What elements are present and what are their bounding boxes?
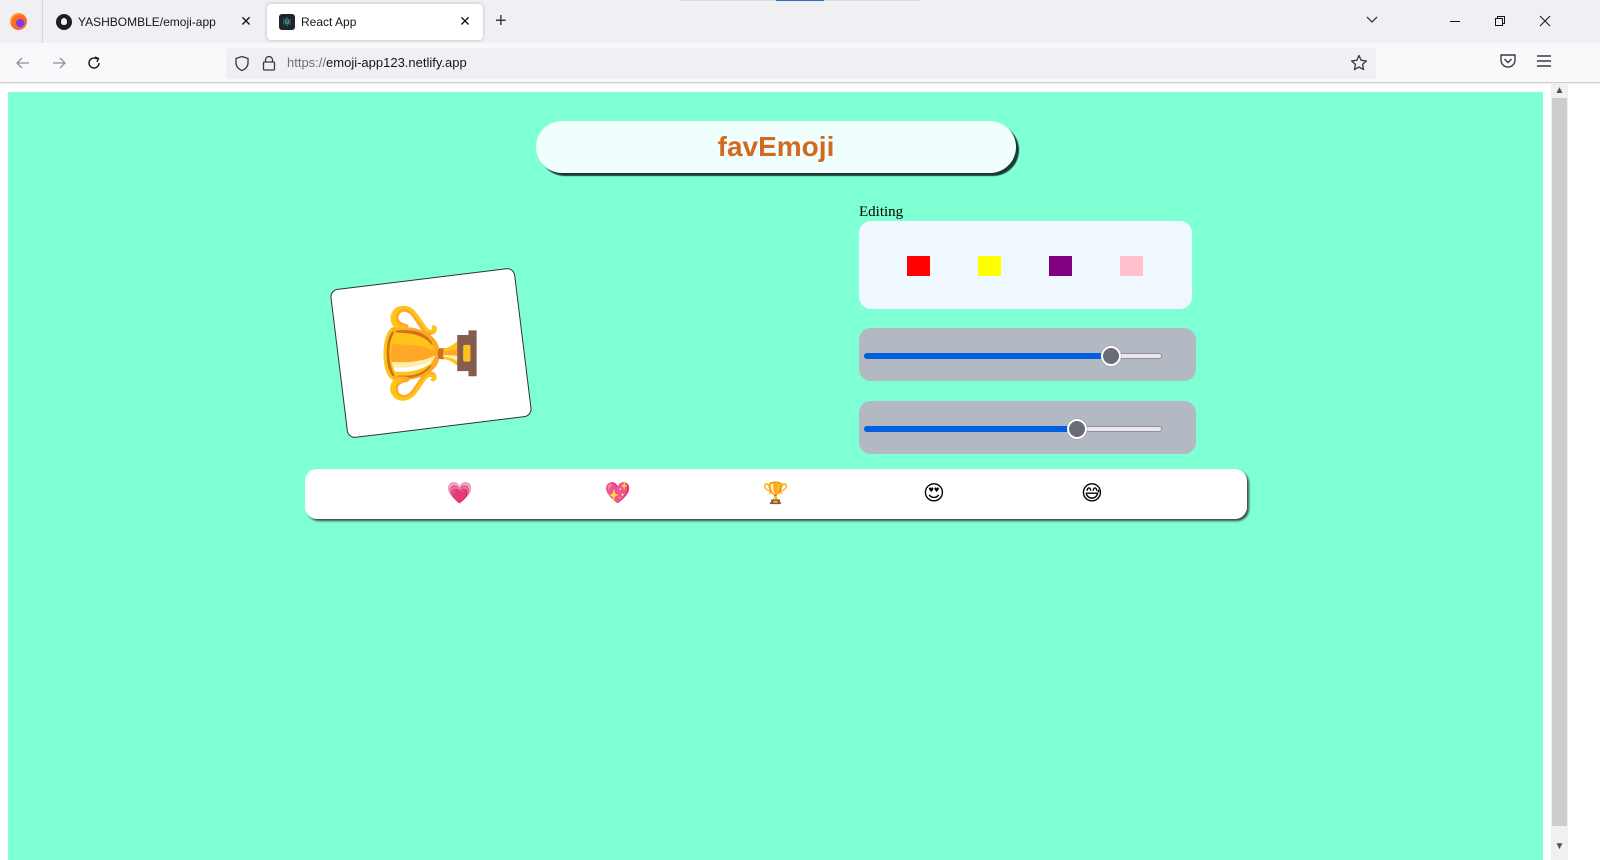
slider-fill — [864, 353, 1110, 359]
selected-emoji-preview: 🏆 — [381, 299, 481, 407]
range-slider-1[interactable] — [864, 346, 1162, 366]
tab-divider — [42, 0, 43, 43]
navigation-toolbar: https://emoji-app123.netlify.app — [0, 43, 1600, 83]
tab-close-icon[interactable]: ✕ — [457, 13, 473, 30]
window-edge — [1568, 84, 1600, 860]
close-icon — [1539, 15, 1551, 27]
reload-button[interactable] — [82, 51, 106, 75]
react-icon: ⚛ — [279, 14, 295, 30]
slider-panel-1 — [859, 328, 1196, 381]
reload-icon — [88, 56, 100, 69]
emoji-option-grinning-sweat[interactable]: 😅 — [1078, 481, 1106, 506]
color-swatch-purple[interactable] — [1049, 256, 1072, 276]
page-viewport: favEmoji 🏆 Editing 💗 💖 🏆 😍 😅 — [0, 84, 1551, 860]
back-button[interactable] — [11, 51, 35, 75]
list-all-tabs-icon[interactable] — [1366, 13, 1378, 25]
color-picker-panel — [859, 221, 1192, 309]
emoji-selector-bar: 💗 💖 🏆 😍 😅 — [305, 469, 1247, 519]
color-swatch-yellow[interactable] — [978, 256, 1001, 276]
slider-fill — [864, 426, 1076, 432]
header-pill: favEmoji — [536, 121, 1016, 173]
emoji-preview-card: 🏆 — [329, 267, 533, 439]
github-icon — [56, 14, 72, 30]
color-swatch-red[interactable] — [907, 256, 930, 276]
tab-strip: YASHBOMBLE/emoji-app ✕ ⚛ React App ✕ + — [0, 0, 1600, 43]
scroll-up-arrow-icon[interactable]: ▲ — [1551, 84, 1568, 98]
lock-icon[interactable] — [262, 55, 276, 72]
minimize-icon — [1450, 21, 1460, 22]
slider-thumb[interactable] — [1100, 346, 1121, 366]
scroll-down-arrow-icon[interactable]: ▼ — [1551, 840, 1568, 854]
minimize-button[interactable] — [1444, 10, 1466, 32]
app-root: favEmoji 🏆 Editing 💗 💖 🏆 😍 😅 — [8, 92, 1543, 860]
close-window-button[interactable] — [1534, 10, 1556, 32]
tracking-protection-shield-icon[interactable] — [234, 55, 250, 72]
tab-title: React App — [301, 15, 357, 29]
screen-indicator-active — [776, 0, 824, 1]
editing-label: Editing — [859, 204, 904, 220]
emoji-option-trophy[interactable]: 🏆 — [762, 481, 790, 506]
restore-icon — [1495, 16, 1505, 26]
tab-github[interactable]: YASHBOMBLE/emoji-app ✕ — [44, 4, 264, 40]
forward-button[interactable] — [47, 51, 71, 75]
emoji-option-heart[interactable]: 💗 — [446, 481, 474, 506]
arrow-right-icon — [53, 57, 66, 69]
scrollbar-thumb[interactable] — [1552, 98, 1567, 826]
slider-thumb[interactable] — [1066, 419, 1087, 439]
range-slider-2[interactable] — [864, 419, 1162, 439]
screen-indicator — [680, 0, 920, 1]
restore-button[interactable] — [1489, 10, 1511, 32]
tab-close-icon[interactable]: ✕ — [238, 13, 254, 30]
hamburger-menu-icon[interactable] — [1535, 52, 1553, 70]
pocket-icon[interactable] — [1499, 52, 1517, 70]
emoji-option-heart-eyes[interactable]: 😍 — [920, 481, 948, 506]
tab-title: YASHBOMBLE/emoji-app — [78, 15, 216, 29]
new-tab-button[interactable]: + — [495, 10, 507, 32]
tab-react-app[interactable]: ⚛ React App ✕ — [267, 4, 483, 40]
emoji-option-sparkling-heart[interactable]: 💖 — [604, 481, 632, 506]
url-text[interactable]: https://emoji-app123.netlify.app — [287, 55, 467, 70]
color-swatch-pink[interactable] — [1120, 256, 1143, 276]
vertical-scrollbar[interactable]: ▲ ▼ — [1551, 84, 1568, 860]
app-title: favEmoji — [717, 131, 835, 162]
firefox-logo-icon[interactable] — [10, 13, 27, 30]
address-bar[interactable]: https://emoji-app123.netlify.app — [226, 48, 1376, 79]
bookmark-star-icon[interactable] — [1350, 54, 1368, 72]
slider-panel-2 — [859, 401, 1196, 454]
arrow-left-icon — [16, 57, 29, 69]
